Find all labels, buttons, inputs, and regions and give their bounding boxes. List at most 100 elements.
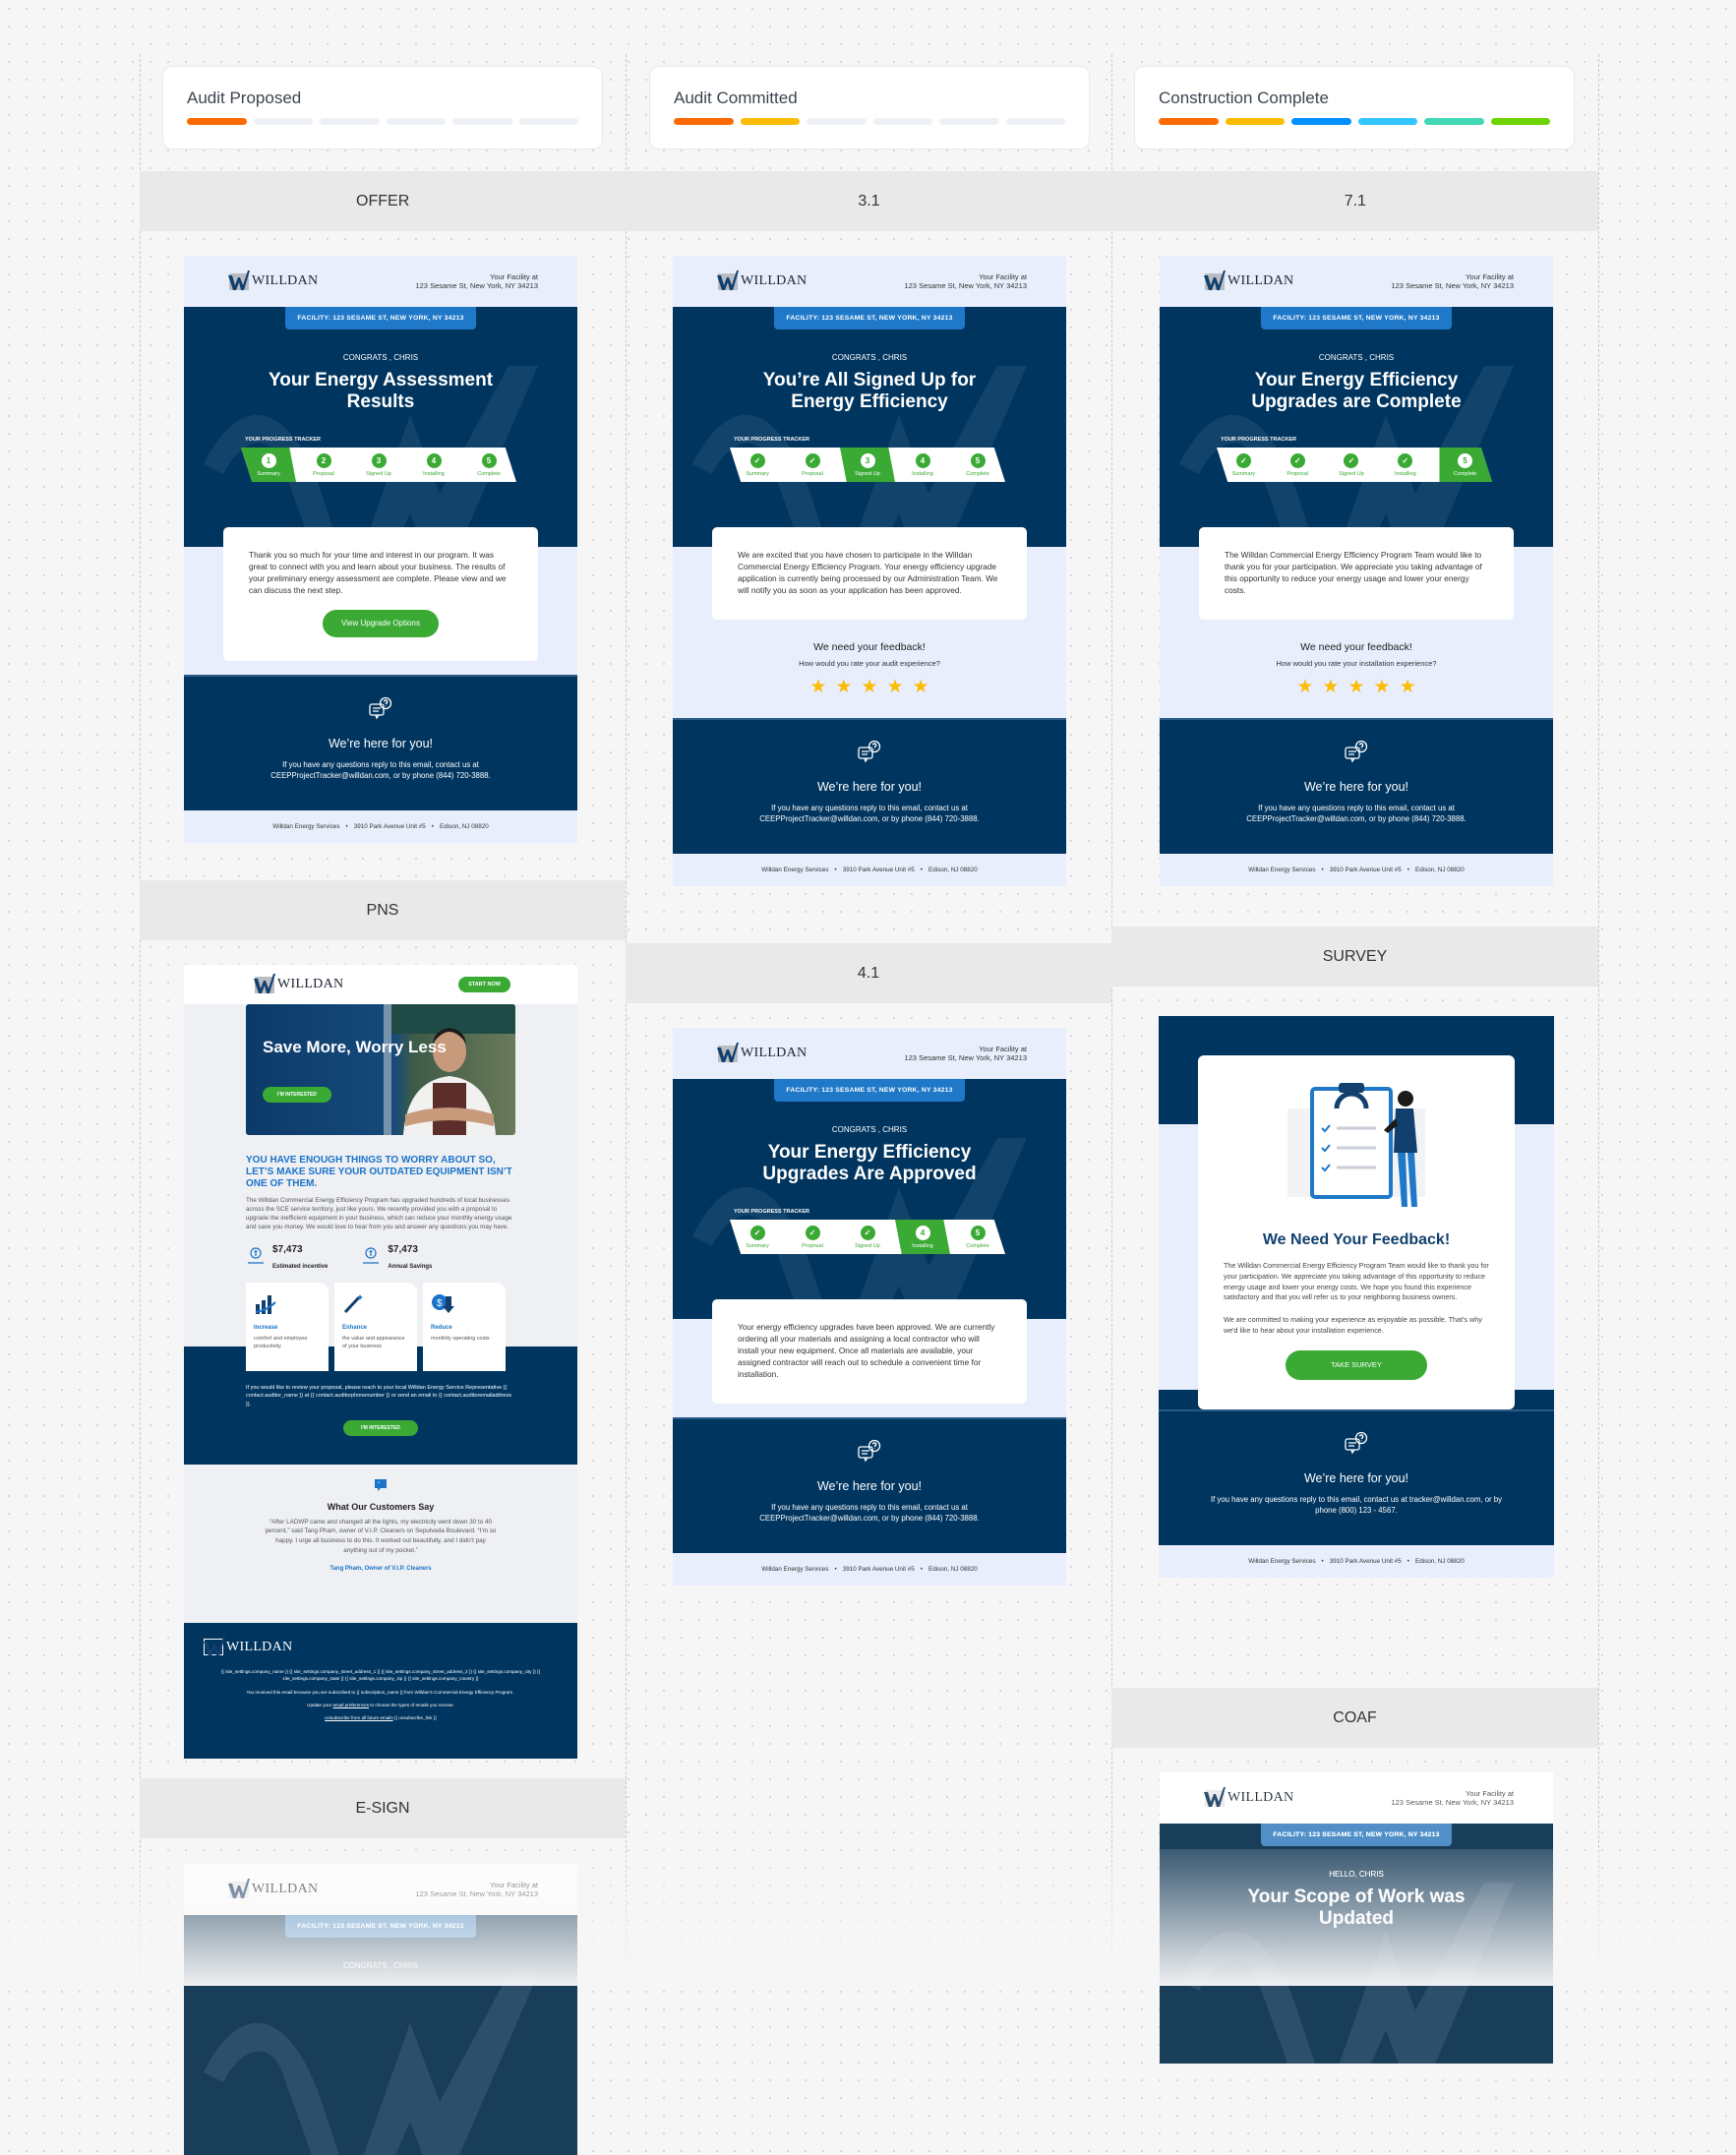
message-card: The Willdan Commercial Energy Efficiency… — [1199, 527, 1514, 621]
facility-info: Your Facility at 123 Sesame St, New York,… — [1391, 1789, 1514, 1808]
feedback-title: We need your feedback! — [813, 641, 926, 654]
star-icon[interactable]: ★ — [1400, 677, 1425, 697]
email-v31: WILLDAN Your Facility at 123 Sesame St, Ne… — [673, 256, 1066, 887]
start-now-button[interactable]: START NOW — [458, 977, 510, 992]
greeting: CONGRATS , CHRIS — [831, 353, 908, 362]
testimonial-quote: “After LADWP came and changed all the li… — [265, 1518, 497, 1554]
greeting: CONGRATS , CHRIS — [1318, 353, 1395, 362]
im-interested-button-2[interactable]: I'M INTERESTED — [343, 1420, 418, 1437]
message-text: Thank you so much for your time and inte… — [249, 550, 507, 596]
star-icon[interactable]: ★ — [913, 677, 938, 697]
check-icon: ✓ — [860, 1225, 875, 1240]
step-label: Complete — [966, 470, 989, 477]
star-icon[interactable]: ★ — [1347, 677, 1373, 697]
help-title: We’re here for you! — [816, 780, 923, 795]
step-label: Signed Up — [855, 470, 880, 477]
address-part: 3910 Park Avenue Unit #5 — [842, 867, 915, 874]
section-header-v71: 7.1 — [1344, 192, 1366, 210]
address-part: Willdan Energy Services — [761, 867, 829, 874]
step-label: Signed Up — [366, 470, 391, 477]
logo-text: WILLDAN — [1227, 1790, 1294, 1805]
step-label: Summary — [257, 470, 280, 477]
benefit-title: Reduce — [431, 1324, 452, 1331]
email-title: Your Scope of Work was Updated — [1247, 1886, 1466, 1929]
address-part: Edison, NJ 08820 — [928, 867, 978, 874]
unsubscribe-link[interactable]: Unsubscribe from all future emails — [325, 1715, 392, 1720]
star-icon[interactable]: ★ — [1296, 677, 1322, 697]
willdan-logo-mark-icon — [228, 1878, 250, 1898]
step-label: Complete — [477, 470, 501, 477]
email-v41: WILLDAN Your Facility at 123 Sesame St, Ne… — [673, 1028, 1066, 1586]
tracker-label: YOUR PROGRESS TRACKER — [245, 437, 322, 443]
logo-text: WILLDAN — [252, 1882, 319, 1896]
tracker-step-proposal: ✓ Proposal — [1271, 448, 1325, 482]
im-interested-button[interactable]: I'M INTERESTED — [263, 1087, 331, 1103]
facility-address: 123 Sesame St, New York, NY 34213 — [1391, 1798, 1514, 1807]
star-icon[interactable]: ★ — [809, 677, 835, 697]
check-icon: ✓ — [1235, 452, 1251, 468]
stat-label: Annual Savings — [388, 1263, 433, 1270]
facility-pill: FACILITY: 123 SESAME ST, NEW YORK, NY 34… — [285, 307, 476, 329]
star-icon[interactable]: ★ — [887, 677, 913, 697]
progress-segment — [452, 118, 512, 125]
review-text: If you would like to review your proposa… — [246, 1384, 511, 1407]
benefit-text: the value and appearance of your busines… — [342, 1335, 405, 1349]
stage-card[interactable]: Audit Proposed — [162, 66, 603, 150]
take-survey-button[interactable]: TAKE SURVEY — [1286, 1349, 1427, 1380]
stage-title: Construction Complete — [1159, 89, 1329, 107]
facility-address: 123 Sesame St, New York, NY 34213 — [415, 1889, 538, 1898]
address-part: 3910 Park Avenue Unit #5 — [842, 1566, 915, 1574]
willdan-logo: WILLDAN — [1204, 269, 1293, 290]
column-divider — [626, 54, 627, 1986]
stage-card[interactable]: Construction Complete — [1134, 66, 1575, 150]
footer-update: Update your email preferences to choose … — [204, 1702, 558, 1708]
step-number: 5 — [970, 452, 986, 468]
tracker-step-installing: ✓ Installing — [1378, 448, 1432, 482]
stage-card[interactable]: Audit Committed — [649, 66, 1090, 150]
footer-update-pre: Update your — [307, 1702, 332, 1707]
help-title: We’re here for you! — [816, 1479, 923, 1494]
star-icon[interactable]: ★ — [1322, 677, 1347, 697]
tracker-label: YOUR PROGRESS TRACKER — [734, 437, 810, 443]
step-label: Installing — [912, 470, 933, 477]
stats-row: $7,473 Estimated incentive $7,473 Annual Sa… — [246, 1244, 515, 1273]
help-title: We’re here for you! — [1303, 780, 1409, 795]
piggy-bank-icon — [361, 1246, 381, 1271]
progress-segment — [1159, 118, 1219, 125]
stat-text: $7,473 Annual Savings — [388, 1244, 432, 1273]
stat-label: Estimated incentive — [272, 1263, 329, 1270]
star-rating[interactable]: ★★★★★ — [1160, 676, 1553, 698]
feedback-section: We need your feedback! How would you rate… — [1160, 620, 1553, 704]
hero-photo — [384, 1004, 515, 1135]
step-label: Signed Up — [855, 1242, 880, 1249]
stage-progress — [187, 118, 578, 125]
star-icon[interactable]: ★ — [835, 677, 861, 697]
view-upgrade-options-button[interactable]: View Upgrade Options — [323, 610, 439, 638]
svg-text:$: $ — [437, 1298, 443, 1309]
check-icon: ✓ — [749, 452, 765, 468]
message-card: We are excited that you have chosen to p… — [712, 527, 1027, 621]
chat-question-icon — [1159, 1431, 1554, 1460]
facility-pill: FACILITY: 123 SESAME ST, NEW YORK, NY 34… — [1261, 307, 1452, 329]
survey-paragraph-1: The Willdan Commercial Energy Efficiency… — [1224, 1261, 1489, 1302]
chat-question-icon — [673, 740, 1066, 768]
email-hero: FACILITY: 123 SESAME ST, NEW YORK, NY 34… — [1160, 1824, 1553, 2064]
step-label: Installing — [423, 470, 445, 477]
address-part: Willdan Energy Services — [1248, 867, 1316, 874]
willdan-logo: WILLDAN — [204, 1637, 558, 1658]
address-part: 3910 Park Avenue Unit #5 — [1329, 867, 1402, 874]
facility-address: 123 Sesame St, New York, NY 34213 — [415, 281, 538, 290]
willdan-logo: WILLDAN — [254, 973, 343, 993]
tracker-step-signed-up: ✓ Signed Up — [1325, 448, 1379, 482]
email-preferences-link[interactable]: email preferences — [332, 1703, 369, 1707]
tracker-step-proposal: ✓ Proposal — [785, 448, 840, 482]
email-title: You’re All Signed Up for Energy Efficien… — [762, 370, 977, 412]
address-separator: • — [1321, 1557, 1324, 1565]
star-rating[interactable]: ★★★★★ — [673, 676, 1066, 698]
help-section: We’re here for you! If you have any quest… — [673, 1417, 1066, 1554]
step-number: 2 — [316, 452, 331, 468]
step-number: 5 — [970, 1225, 986, 1240]
star-icon[interactable]: ★ — [861, 677, 886, 697]
benefit-card: Enhance the value and appearance of your … — [334, 1282, 417, 1371]
star-icon[interactable]: ★ — [1374, 677, 1400, 697]
